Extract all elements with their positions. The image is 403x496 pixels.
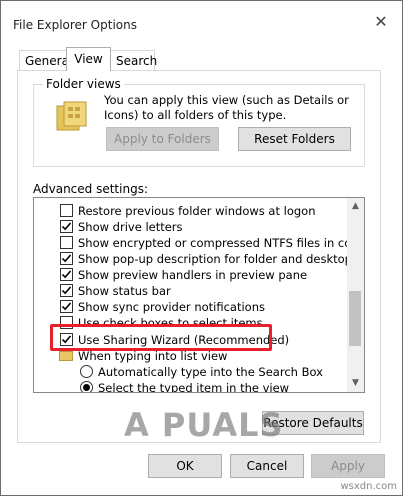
scroll-thumb[interactable] (349, 291, 361, 346)
close-icon[interactable]: ✕ (370, 11, 392, 33)
folder-icon (59, 351, 73, 361)
tab-view[interactable]: View (66, 47, 111, 71)
checkbox[interactable] (60, 284, 73, 297)
folder-views-description: You can apply this view (such as Details… (104, 93, 349, 122)
list-item-label: Show encrypted or compressed NTFS files … (78, 236, 365, 250)
list-item-label: Show sync provider notifications (78, 300, 265, 314)
title-bar: File Explorer Options ✕ (1, 1, 402, 32)
scrollbar[interactable]: ▲ ▼ (347, 198, 364, 392)
checkbox[interactable] (60, 268, 73, 281)
radio-button[interactable] (80, 365, 93, 378)
sharing-wizard-highlight (50, 324, 272, 351)
scroll-down-icon[interactable]: ▼ (347, 375, 364, 392)
site-credit: wsxdn.com (340, 481, 397, 492)
checkbox[interactable] (60, 220, 73, 233)
list-item-label: Show drive letters (78, 220, 183, 234)
folder-views-icon (55, 100, 89, 134)
list-item-label: Show status bar (78, 284, 171, 298)
scroll-up-icon[interactable]: ▲ (347, 198, 364, 215)
list-item-label: Show preview handlers in preview pane (78, 268, 308, 282)
list-item-label: Automatically type into the Search Box (98, 365, 323, 379)
checkmark-icon (61, 254, 72, 263)
apply-to-folders-button[interactable]: Apply to Folders (106, 127, 219, 151)
checkmark-icon (61, 270, 72, 279)
checkbox[interactable] (60, 300, 73, 313)
checkmark-icon (61, 222, 72, 231)
apply-button[interactable]: Apply (311, 454, 385, 478)
window-title: File Explorer Options (13, 18, 137, 32)
reset-folders-button[interactable]: Reset Folders (238, 127, 351, 151)
list-item-label: Show pop-up description for folder and d… (78, 252, 365, 266)
checkbox[interactable] (60, 252, 73, 265)
tab-search[interactable]: Search (110, 50, 157, 70)
tab-general[interactable]: General (19, 50, 72, 70)
checkmark-icon (61, 302, 72, 311)
radio-button[interactable] (80, 381, 93, 392)
checkmark-icon (61, 286, 72, 295)
list-item-label: Select the typed item in the view (98, 381, 290, 393)
restore-defaults-button[interactable]: Restore Defaults (262, 411, 364, 435)
folder-views-title: Folder views (43, 77, 124, 91)
radio-dot-icon (83, 384, 90, 391)
list-item-label: Restore previous folder windows at logon (78, 204, 316, 218)
ok-button[interactable]: OK (148, 454, 222, 478)
cancel-button[interactable]: Cancel (230, 454, 304, 478)
advanced-settings-label: Advanced settings: (33, 182, 148, 196)
advanced-settings-list[interactable]: Restore previous folder windows at logon… (33, 197, 365, 393)
checkbox[interactable] (60, 236, 73, 249)
checkbox[interactable] (60, 204, 73, 217)
